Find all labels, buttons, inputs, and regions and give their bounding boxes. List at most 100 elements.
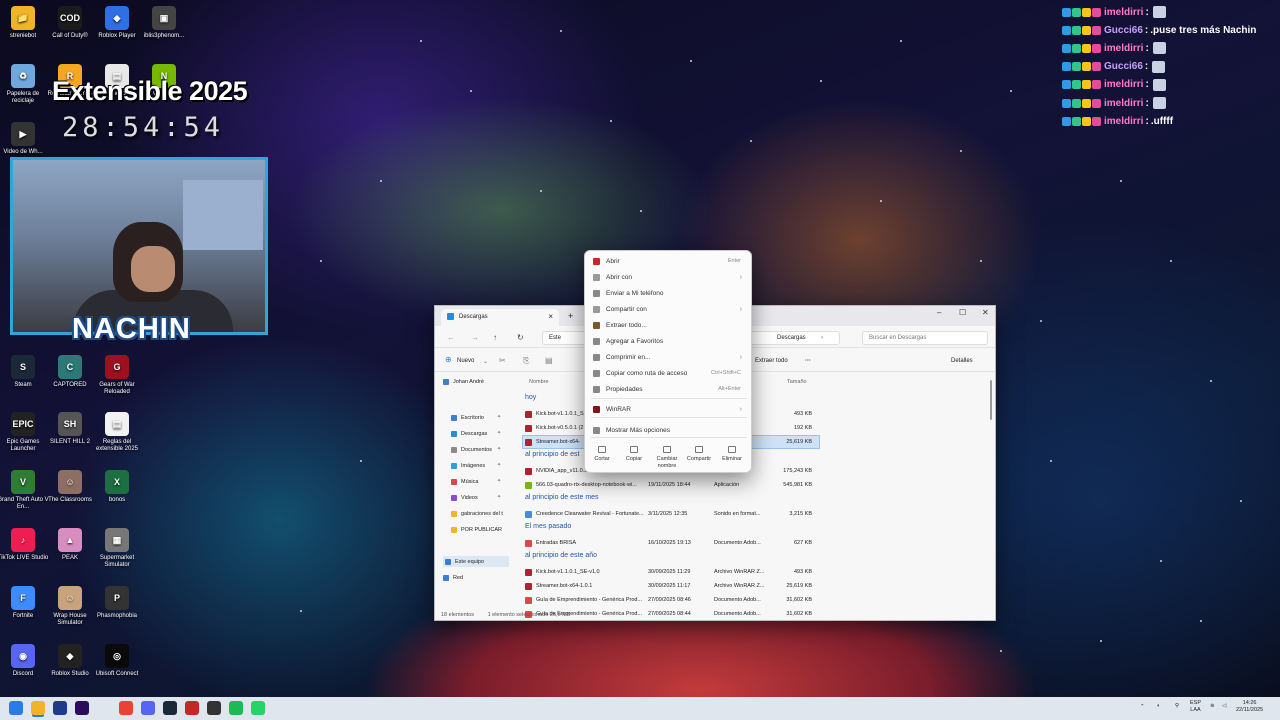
file-icon <box>525 539 532 547</box>
desktop-icon[interactable]: ▶ Video de Wh... <box>0 122 51 156</box>
tab-descargas[interactable]: Descargas × <box>441 309 559 326</box>
column-size[interactable]: Tamaño <box>787 379 807 385</box>
file-row[interactable]: Guía de Emprendimiento - Genérica Prod..… <box>523 594 819 606</box>
column-name[interactable]: Nombre <box>529 379 549 385</box>
language-label[interactable]: ESP <box>1190 700 1201 706</box>
close-tab-icon[interactable]: × <box>548 312 553 321</box>
desktop-icon[interactable]: Xbonos <box>89 470 145 504</box>
chat-username[interactable]: imeldirri <box>1104 43 1143 54</box>
wifi-icon[interactable]: ≋ <box>1210 703 1215 710</box>
copy-icon[interactable]: ⎘ <box>523 356 529 366</box>
chat-username[interactable]: Gucci66 <box>1104 61 1143 72</box>
context-menu-item[interactable]: Propiedades Alt+Enter <box>585 382 751 396</box>
sidebar-item[interactable]: gabraciones del t <box>451 508 503 519</box>
sidebar-item[interactable]: Imágenes <box>451 460 485 471</box>
context-menu-item[interactable]: Agregar a Favoritos <box>585 334 751 348</box>
context-menu-item[interactable]: Comprimir en... › <box>585 350 751 364</box>
context-menu-item[interactable]: Extraer todo... <box>585 318 751 332</box>
rename-action[interactable]: Cambiar nombre <box>649 446 685 469</box>
group-header[interactable]: al principio de est <box>525 451 579 458</box>
tray-icon[interactable]: ◐ <box>1157 703 1160 710</box>
file-row[interactable]: 566.03-quadro-rtx-desktop-notebook-wi...… <box>523 479 819 491</box>
paste-icon[interactable]: ▤ <box>545 356 553 365</box>
context-menu-item[interactable]: Enviar a Mi teléfono <box>585 286 751 300</box>
desktop-icon[interactable]: P Phasmophobia <box>89 586 145 620</box>
minimize-button[interactable]: – <box>937 308 941 317</box>
share-action[interactable]: Compartir <box>681 446 717 463</box>
whatsapp-icon[interactable] <box>251 701 265 715</box>
premiere-icon[interactable] <box>75 701 89 715</box>
context-menu-item[interactable]: Abrir con › <box>585 270 751 284</box>
context-menu-item[interactable]: Mostrar Más opciones <box>585 423 751 437</box>
context-menu-item[interactable]: Abrir Enter <box>585 254 751 268</box>
maximize-button[interactable]: ☐ <box>959 308 966 317</box>
chevron-up-icon[interactable]: ⌃ <box>1140 704 1145 711</box>
file-row[interactable]: Streamer.bot-x64-1.0.1 30/09/2025 11:17 Ar… <box>523 580 819 592</box>
sidebar-item[interactable]: Descargas <box>451 428 487 439</box>
sidebar-item[interactable]: Documentos <box>451 444 492 455</box>
steam-icon[interactable] <box>163 701 177 715</box>
sidebar-item[interactable]: Este equipo <box>443 556 509 567</box>
new-icon[interactable]: ⊕ <box>445 355 452 364</box>
app-icon: ◉ <box>11 644 35 668</box>
back-icon[interactable]: ← <box>447 333 455 342</box>
menu-item-label: Agregar a Favoritos <box>606 337 664 345</box>
file-explorer-icon[interactable] <box>31 701 45 715</box>
context-menu-item[interactable]: Copiar como ruta de acceso Ctrl+Shift+C <box>585 366 751 380</box>
chevron-down-icon[interactable]: ⌄ <box>483 358 488 365</box>
app-blue-icon[interactable] <box>53 701 67 715</box>
app-red-icon[interactable] <box>185 701 199 715</box>
sidebar-item[interactable]: Johan André <box>443 376 484 387</box>
windows-start-icon[interactable] <box>9 701 23 715</box>
details-button[interactable]: Detalles <box>951 358 973 364</box>
breadcrumb-current[interactable]: Descargas <box>777 335 806 341</box>
breadcrumb-root[interactable]: Este <box>549 335 561 341</box>
chrome-icon[interactable] <box>119 701 133 715</box>
desktop-icon[interactable]: ▦ Supermarket Simulator <box>89 528 145 569</box>
clock-time[interactable]: 14:26 <box>1243 700 1257 706</box>
file-row[interactable]: Kick.bot-v1.1.0.1_SE-v1.0 30/09/2025 11:2… <box>523 566 819 578</box>
sidebar-item[interactable]: Música <box>451 476 478 487</box>
context-menu-item[interactable]: Compartir con › <box>585 302 751 316</box>
scrollbar[interactable] <box>990 380 992 420</box>
sidebar-item[interactable]: Escritorio <box>451 412 484 423</box>
group-header[interactable]: al principio de este año <box>525 552 597 559</box>
sidebar-item[interactable]: Red <box>443 572 463 583</box>
extract-all-button[interactable]: Extraer todo <box>755 358 788 364</box>
volume-icon[interactable]: ◁ <box>1222 703 1226 710</box>
file-row[interactable]: Entradas BRISA 16/10/2025 19:13 Documento … <box>523 537 819 549</box>
context-menu-item[interactable]: WinRAR › <box>585 402 751 416</box>
chat-username[interactable]: imeldirri <box>1104 116 1143 127</box>
close-window-button[interactable]: ✕ <box>982 308 989 317</box>
chat-separator: : <box>1144 24 1149 36</box>
file-row[interactable]: Creedence Clearwater Revival - Fortunate… <box>523 508 819 520</box>
group-header[interactable]: El mes pasado <box>525 523 571 530</box>
group-header[interactable]: al principio de este mes <box>525 494 599 501</box>
cut-action[interactable]: Cortar <box>584 446 620 463</box>
app-x-icon[interactable] <box>207 701 221 715</box>
more-options-icon[interactable]: ··· <box>805 358 811 364</box>
chat-username[interactable]: Gucci66 <box>1104 25 1143 36</box>
copy-action[interactable]: Copiar <box>616 446 652 463</box>
desktop-icon[interactable]: ▤ Reglas del extensible 2025 <box>89 412 145 453</box>
new-button[interactable]: Nuevo <box>457 358 474 364</box>
sidebar-item[interactable]: POR PUBLICAR <box>451 524 502 535</box>
desktop-icon[interactable]: ◎ Ubisoft Connect <box>89 644 145 678</box>
chat-username[interactable]: imeldirri <box>1104 7 1143 18</box>
forward-icon[interactable]: → <box>471 333 479 342</box>
up-icon[interactable]: ↑ <box>493 333 497 342</box>
tray-icon[interactable]: ⚲ <box>1175 703 1179 710</box>
desktop-icon[interactable]: G Gears of War Reloaded <box>89 355 145 396</box>
search-input[interactable]: Buscar en Descargas <box>862 331 988 345</box>
group-header[interactable]: hoy <box>525 394 536 401</box>
discord-icon[interactable] <box>141 701 155 715</box>
chat-username[interactable]: imeldirri <box>1104 98 1143 109</box>
desktop-icon[interactable]: ▣ iblis3phenom... <box>136 6 192 40</box>
new-tab-button[interactable]: + <box>568 311 573 321</box>
refresh-icon[interactable]: ↻ <box>517 333 524 342</box>
cut-icon[interactable]: ✂ <box>499 356 506 365</box>
chat-username[interactable]: imeldirri <box>1104 79 1143 90</box>
sidebar-item[interactable]: Videos <box>451 492 478 503</box>
delete-action[interactable]: Eliminar <box>714 446 750 463</box>
app-green-icon[interactable] <box>229 701 243 715</box>
